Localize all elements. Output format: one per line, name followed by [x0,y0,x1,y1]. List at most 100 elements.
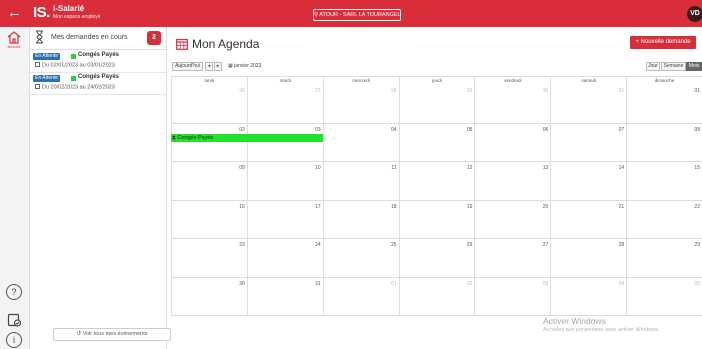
weekday-header: samedi [550,77,626,85]
contract-icon[interactable] [7,313,21,327]
calendar-day-cell[interactable]: 19 [398,200,475,239]
calendar-day-cell[interactable]: 13 [474,162,551,201]
day-number: 26 [466,242,473,248]
calendar-day-cell[interactable]: 31 [246,277,323,316]
day-number: 16 [239,203,245,210]
calendar-day-cell[interactable]: 09 [171,162,247,201]
calendar-day-cell[interactable]: 18 [322,200,399,239]
leave-color-swatch [71,76,76,81]
calendar-day-cell[interactable]: 11 [322,162,399,201]
today-button[interactable]: Aujourd'hui [172,62,203,71]
calendar-day-cell[interactable]: 12 [398,162,475,201]
request-type: Congés Payés [78,74,120,80]
calendar-day-cell[interactable]: 26 [171,85,247,124]
calendar-day-cell[interactable]: 26 [398,239,475,278]
day-number: 28 [390,88,397,94]
calendar-day-cell[interactable]: 16 [171,200,247,239]
day-number: 29 [694,242,700,248]
day-number: 06 [542,126,549,133]
calendar-day-cell[interactable]: 23 [171,239,247,278]
calendar-day-cell[interactable]: 05 [398,123,475,162]
home-icon [7,31,21,44]
day-number: 10 [315,165,321,171]
info-icon[interactable]: i [6,332,22,348]
day-number: 25 [390,242,397,248]
view-week-button[interactable]: Semaine [661,62,686,71]
calendar-day-cell[interactable]: 28 [322,85,399,124]
requests-count-badge: 2 [147,31,161,45]
company-selector[interactable]: ⚲ ATOUR - SARL LA TOURANGEL [313,9,401,21]
day-number: 23 [239,242,245,248]
next-month-button[interactable]: ▸ [214,62,222,71]
calendar-day-cell[interactable]: 02 [171,123,247,162]
back-arrow-icon[interactable]: ← [7,4,22,21]
day-number: 17 [315,203,321,210]
calendar-day-cell[interactable]: 15 [626,162,702,201]
calendar-day-cell[interactable]: 01 [322,277,399,316]
day-number: 27 [542,242,549,248]
company-name: ATOUR - SARL LA TOURANGEL [319,12,401,18]
day-number: 30 [542,88,549,94]
user-avatar[interactable]: VD [687,6,702,22]
requests-panel: Mes demandes en cours 2 En Attente Congé… [30,27,171,349]
leave-event-bar[interactable]: ⧗ Congés Payés [171,134,323,142]
view-day-button[interactable]: Jour [646,62,660,71]
calendar-day-cell[interactable]: 14 [550,162,627,201]
app-title: i-Salarié [53,4,85,13]
calendar-day-cell[interactable]: 10 [246,162,323,201]
calendar-day-cell[interactable]: 27 [474,239,551,278]
calendar-grid: lundi mardi mercredi jeudi vendredi samedi dim… [171,76,702,316]
windows-activation-text: Accédez aux paramètres pour activer Wind… [543,327,660,333]
app-title-block: i-Salarié Mon espace employé [53,5,101,21]
request-item[interactable]: En Attente Congés Payés Du 20/02/2023 au… [30,73,167,95]
calendar-day-cell[interactable]: 31 [550,85,627,124]
rail-home-button[interactable]: Accueil [3,31,25,51]
day-number: 03 [542,280,549,287]
requests-header: Mes demandes en cours 2 [30,27,167,50]
calendar-day-cell[interactable]: 07 [550,123,627,162]
calendar-day-cell[interactable]: 30 [171,277,247,316]
leave-color-swatch [71,54,76,59]
calendar-day-cell[interactable]: 27 [246,85,323,124]
calendar-day-cell[interactable]: 25 [322,239,399,278]
day-number: 19 [466,203,473,210]
calendar-day-cell[interactable]: 29 [626,239,702,278]
calendar-day-cell[interactable]: 28 [550,239,627,278]
calendar-day-cell[interactable]: 08 [626,123,702,162]
day-number: 02 [466,280,473,287]
calendar-day-cell[interactable]: 02 [398,277,475,316]
calendar-day-cell[interactable]: 04 [322,123,399,162]
day-number: 02 [239,126,245,133]
prev-month-button[interactable]: ◂ [205,62,213,71]
left-rail: Accueil ? i [0,27,30,349]
weekday-header: jeudi [398,77,475,85]
calendar-day-cell[interactable]: 17 [246,200,323,239]
calendar-day-cell[interactable]: 21 [550,200,627,239]
day-number: 08 [694,126,700,133]
day-number: 15 [694,165,700,171]
day-number: 21 [618,203,625,210]
day-number: 04 [390,126,397,133]
new-request-button[interactable]: + Nouvelle demande [630,36,696,49]
current-month[interactable]: ▦ janvier 2023 [228,62,261,71]
calendar-day-cell[interactable]: 03 [474,277,551,316]
calendar-day-cell[interactable]: 22 [626,200,702,239]
help-icon[interactable]: ? [6,284,22,300]
calendar-day-cell[interactable]: 06 [474,123,551,162]
hourglass-icon [36,30,43,44]
calendar-day-cell[interactable]: 04 [550,277,627,316]
calendar-day-cell[interactable]: 29 [398,85,475,124]
calendar-day-cell[interactable]: 30 [474,85,551,124]
calendar-day-cell[interactable]: 20 [474,200,551,239]
request-item[interactable]: En Attente Congés Payés Du 02/01/2023 au… [30,51,167,73]
day-number: 07 [618,126,625,133]
view-all-events-button[interactable]: ↺ Voir tous mes événements [53,328,171,341]
day-number: 13 [542,165,549,171]
view-month-button[interactable]: Mois [686,62,702,71]
calendar-day-cell[interactable]: 01 [626,85,702,124]
calendar-day-cell[interactable]: 24 [246,239,323,278]
calendar-day-cell[interactable]: 05 [626,277,702,316]
calendar-day-cell[interactable]: 03 [246,123,323,162]
weekday-header: vendredi [474,77,550,85]
day-number: 22 [694,203,700,210]
